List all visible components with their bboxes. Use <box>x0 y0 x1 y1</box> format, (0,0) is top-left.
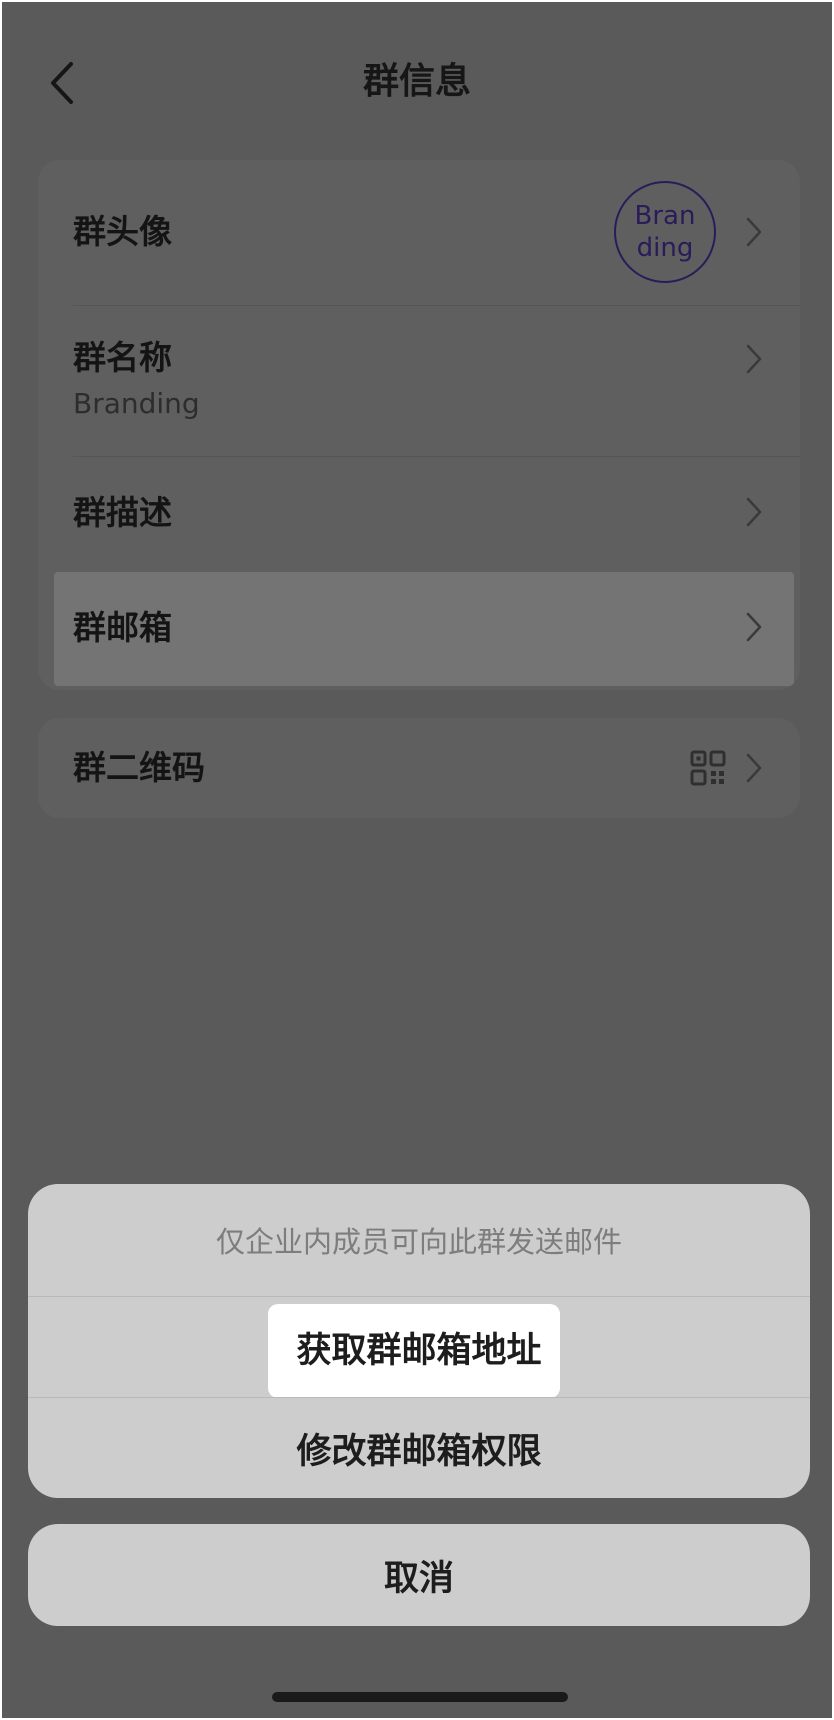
chevron-right-icon <box>746 497 762 527</box>
get-group-mailbox-address-button[interactable]: 获取群邮箱地址 <box>28 1297 810 1397</box>
group-avatar[interactable]: Branding <box>614 181 716 283</box>
group-avatar-text: Branding <box>634 201 696 263</box>
modify-group-mailbox-permission-button[interactable]: 修改群邮箱权限 <box>28 1398 810 1498</box>
page-title: 群信息 <box>362 61 471 102</box>
group-avatar-row[interactable]: 群头像 Branding <box>38 160 800 305</box>
group-info-card: 群头像 Branding 群名称 Branding 群描述 群邮箱 <box>38 160 800 690</box>
home-indicator <box>272 1692 568 1702</box>
action-sheet: 仅企业内成员可向此群发送邮件 获取群邮箱地址 修改群邮箱权限 <box>28 1184 810 1498</box>
group-qr-card: 群二维码 <box>38 718 800 818</box>
group-mailbox-label: 群邮箱 <box>73 608 172 647</box>
group-description-label: 群描述 <box>73 493 172 532</box>
chevron-right-icon <box>746 217 762 247</box>
group-name-label: 群名称 <box>73 338 172 377</box>
group-avatar-label: 群头像 <box>73 212 172 251</box>
group-qr-row[interactable]: 群二维码 <box>38 718 800 818</box>
group-qr-label: 群二维码 <box>73 748 205 787</box>
screen: 群信息 群头像 Branding 群名称 Branding 群描述 群邮箱 群二… <box>2 2 832 1718</box>
group-description-row[interactable]: 群描述 <box>38 457 800 571</box>
qr-code-icon <box>690 750 726 786</box>
chevron-right-icon <box>746 344 762 374</box>
chevron-right-icon <box>746 612 762 642</box>
group-mailbox-row[interactable]: 群邮箱 <box>38 572 800 686</box>
cancel-button[interactable]: 取消 <box>28 1524 810 1626</box>
action-sheet-hint: 仅企业内成员可向此群发送邮件 <box>215 1225 622 1259</box>
group-name-row[interactable]: 群名称 Branding <box>38 306 800 456</box>
chevron-right-icon <box>746 753 762 783</box>
group-name-value: Branding <box>73 387 200 420</box>
